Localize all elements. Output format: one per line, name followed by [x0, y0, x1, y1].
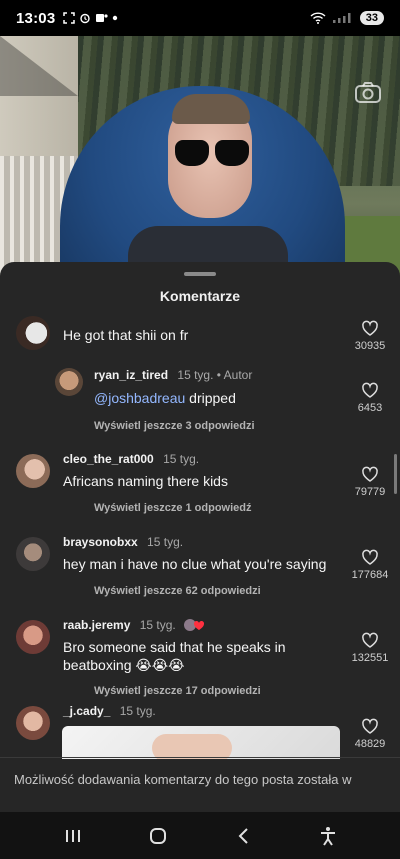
- status-right: 33: [310, 11, 384, 25]
- divider: [0, 757, 400, 758]
- comments-sheet: Komentarze He got that shii on fr 30935 …: [0, 262, 400, 812]
- dot-icon: [113, 15, 118, 21]
- camera-icon[interactable]: [354, 80, 382, 104]
- status-icons-left: [63, 12, 118, 24]
- view-replies-link[interactable]: Wyświetl jeszcze 17 odpowiedzi: [94, 685, 261, 697]
- status-time: 13:03: [16, 9, 56, 27]
- avatar[interactable]: [16, 706, 50, 740]
- recent-apps-button[interactable]: [53, 816, 93, 856]
- liked-by-creator-icon: [184, 619, 205, 631]
- comment-mention[interactable]: @joshbadreau: [94, 390, 185, 406]
- recent-apps-icon: [65, 829, 80, 842]
- comment-username[interactable]: ryan_iz_tired: [94, 368, 168, 382]
- comment-text: He got that shii on fr: [63, 327, 189, 343]
- comment-text: hey man i have no clue what you're sayin…: [63, 556, 327, 572]
- comment-image[interactable]: [62, 726, 340, 759]
- screenshot-icon: [63, 12, 76, 24]
- status-bar: 13:03 33: [0, 0, 400, 36]
- sunglasses: [175, 140, 249, 168]
- view-replies-link[interactable]: Wyświetl jeszcze 62 odpowiedzi: [94, 585, 261, 597]
- like-count: 30935: [354, 340, 386, 352]
- comment-time: 15 tyg.: [119, 704, 156, 718]
- avatar[interactable]: [16, 454, 50, 488]
- like-button[interactable]: 177684: [350, 549, 390, 581]
- avatar[interactable]: [55, 368, 83, 396]
- comment-time: 15 tyg.: [177, 368, 214, 382]
- like-count: 132551: [351, 652, 389, 664]
- like-count: 79779: [354, 486, 386, 498]
- teams-icon: [96, 14, 108, 22]
- heart-icon: [362, 549, 378, 565]
- comment-time: 15 tyg.: [147, 535, 184, 549]
- comments-list[interactable]: He got that shii on fr 30935 ryan_iz_tir…: [0, 314, 400, 759]
- back-button[interactable]: [223, 816, 263, 856]
- comment-text: Africans naming there kids: [63, 473, 228, 489]
- accessibility-button[interactable]: [308, 816, 348, 856]
- comment-time: 15 tyg.: [139, 618, 176, 632]
- like-button[interactable]: 6453: [350, 382, 390, 414]
- comment-text-body: dripped: [185, 390, 236, 406]
- like-button[interactable]: 79779: [350, 466, 390, 498]
- like-count: 48829: [354, 738, 386, 750]
- back-icon: [238, 827, 248, 844]
- home-icon: [149, 827, 166, 844]
- comment-header: cleo_the_rat000 15 tyg.: [63, 452, 199, 466]
- video-player[interactable]: [0, 36, 400, 276]
- sheet-title: Komentarze: [159, 288, 241, 304]
- like-button[interactable]: 30935: [350, 320, 390, 352]
- heart-icon: [362, 382, 378, 398]
- comment-username[interactable]: raab.jeremy: [63, 618, 130, 632]
- signal-icon: [332, 13, 351, 23]
- heart-icon: [362, 718, 378, 734]
- accessibility-icon: [320, 826, 335, 846]
- comment-header: ryan_iz_tired 15 tyg. • Autor: [94, 368, 252, 382]
- comment-username[interactable]: braysonobxx: [63, 535, 138, 549]
- system-nav-bar: [0, 812, 400, 859]
- comment-text: @joshbadreau dripped: [94, 389, 236, 407]
- heart-icon: [362, 466, 378, 482]
- avatar[interactable]: [16, 316, 50, 350]
- heart-icon: [362, 320, 378, 336]
- battery-indicator: 33: [359, 11, 384, 25]
- author-badge: Autor: [223, 368, 253, 382]
- like-button[interactable]: 48829: [350, 718, 390, 750]
- avatar[interactable]: [16, 537, 50, 571]
- home-button[interactable]: [138, 816, 178, 856]
- comment-header: raab.jeremy 15 tyg.: [63, 618, 205, 632]
- heart-icon: [362, 632, 378, 648]
- like-button[interactable]: 132551: [350, 632, 390, 664]
- comment-username[interactable]: _j.cady_: [63, 704, 110, 718]
- comment-header: _j.cady_ 15 tyg.: [63, 704, 156, 718]
- view-replies-link[interactable]: Wyświetl jeszcze 1 odpowiedź: [94, 502, 252, 514]
- comment-header: braysonobxx 15 tyg.: [63, 535, 183, 549]
- hair: [172, 94, 250, 124]
- view-replies-link[interactable]: Wyświetl jeszcze 3 odpowiedzi: [94, 420, 255, 432]
- wifi-icon: [310, 12, 326, 24]
- avatar[interactable]: [16, 620, 50, 654]
- sheet-drag-handle[interactable]: [184, 272, 216, 276]
- alarm-icon: [80, 13, 91, 24]
- comments-disabled-note: Możliwość dodawania komentarzy do tego p…: [14, 772, 352, 787]
- comment-username[interactable]: cleo_the_rat000: [63, 452, 154, 466]
- like-count: 177684: [351, 569, 389, 581]
- author-dot: •: [216, 368, 224, 382]
- comment-text: Bro someone said that he speaks in beatb…: [63, 639, 286, 673]
- comment-time: 15 tyg.: [163, 452, 200, 466]
- like-count: 6453: [357, 402, 383, 414]
- scrollbar[interactable]: [394, 454, 397, 494]
